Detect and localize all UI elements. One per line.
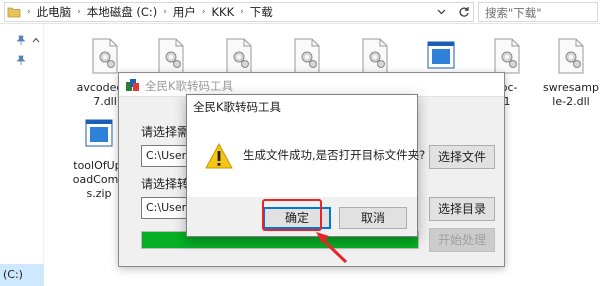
annotation-arrow-icon	[316, 232, 348, 264]
